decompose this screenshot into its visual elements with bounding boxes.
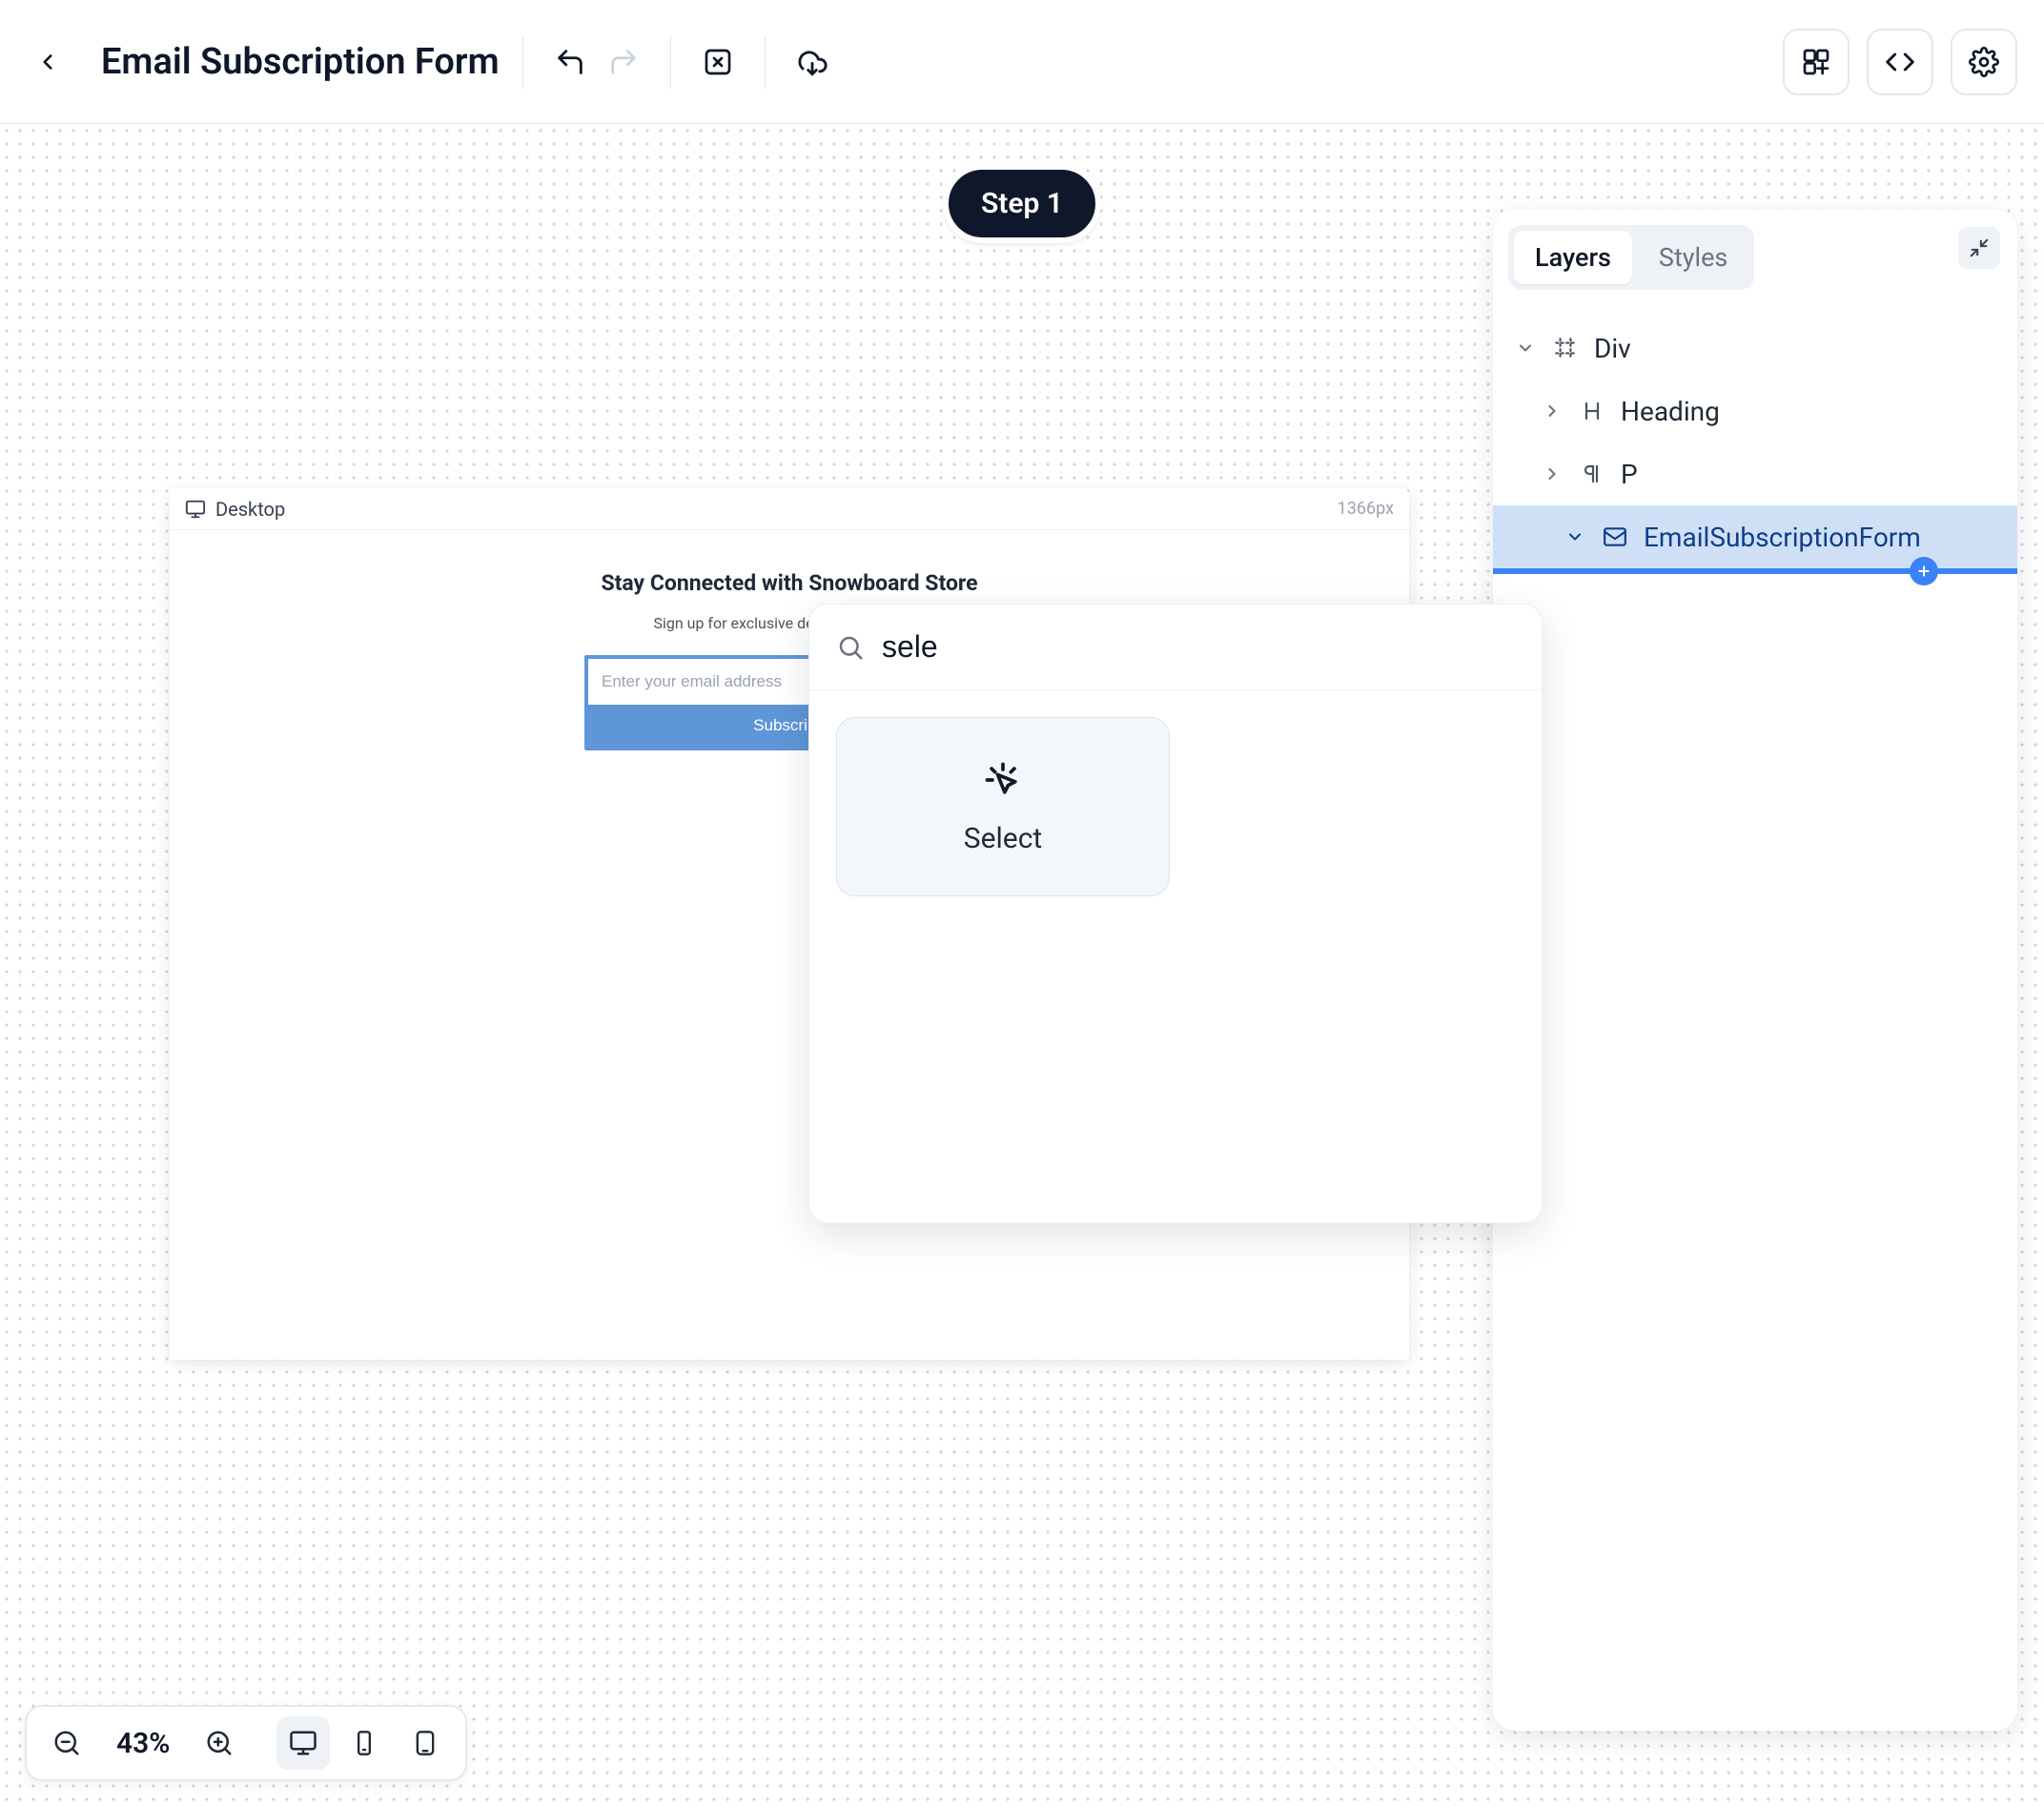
zoom-in-icon	[205, 1729, 234, 1757]
code-button[interactable]	[1867, 29, 1933, 95]
insert-indicator	[1493, 568, 2017, 574]
collapse-icon	[1969, 237, 1990, 258]
cursor-click-icon	[982, 759, 1024, 801]
chevron-down-icon	[1565, 527, 1584, 546]
chevron-right-icon	[1543, 401, 1562, 421]
redo-button[interactable]	[600, 38, 647, 86]
frame-icon	[1553, 336, 1578, 360]
canvas-area[interactable]: Step 1 Desktop 1366px Stay Connected wit…	[0, 124, 2044, 1806]
tree-node-heading[interactable]: Heading	[1508, 380, 2002, 442]
search-icon	[836, 633, 865, 662]
redo-icon	[607, 46, 640, 78]
tree-node-div[interactable]: Div	[1508, 317, 2002, 380]
paragraph-icon	[1581, 462, 1604, 485]
sync-button[interactable]	[788, 38, 836, 86]
component-search-bar[interactable]	[809, 605, 1542, 690]
mobile-icon	[412, 1730, 439, 1756]
tree-node-label: EmailSubscriptionForm	[1644, 522, 1921, 553]
close-square-icon	[703, 47, 733, 77]
device-mobile-button[interactable]	[399, 1716, 452, 1770]
tree-node-emailsubscriptionform[interactable]: EmailSubscriptionForm	[1493, 505, 2017, 568]
desktop-icon	[185, 499, 206, 520]
zoom-level[interactable]: 43%	[101, 1727, 185, 1760]
settings-button[interactable]	[1951, 29, 2017, 95]
heading-icon	[1581, 400, 1604, 422]
preview-header: Desktop 1366px	[170, 488, 1409, 530]
toolbar-divider	[765, 35, 766, 89]
tablet-icon	[351, 1730, 378, 1756]
desktop-icon	[289, 1729, 317, 1757]
viewport-width: 1366px	[1338, 499, 1394, 519]
code-icon	[1885, 47, 1915, 77]
tab-layers[interactable]: Layers	[1514, 231, 1632, 284]
component-option-select[interactable]: Select	[836, 717, 1170, 896]
top-toolbar: Email Subscription Form	[0, 0, 2044, 124]
toolbar-divider	[522, 35, 523, 89]
component-search-input[interactable]	[882, 629, 1515, 665]
mail-icon	[1603, 524, 1627, 549]
back-button[interactable]	[27, 41, 69, 83]
undo-icon	[554, 46, 586, 78]
preview-heading: Stay Connected with Snowboard Store	[584, 568, 994, 598]
tree-node-p[interactable]: P	[1508, 442, 2002, 505]
zoom-in-button[interactable]	[193, 1716, 246, 1770]
tab-styles[interactable]: Styles	[1638, 231, 1748, 284]
components-button[interactable]	[1783, 29, 1850, 95]
tree-node-label: Heading	[1621, 396, 1720, 427]
right-panel: Layers Styles Div Heading P	[1493, 210, 2017, 1731]
bottom-toolbar: 43%	[25, 1705, 467, 1781]
chevron-left-icon	[35, 50, 60, 74]
page-title: Email Subscription Form	[101, 41, 500, 83]
layers-tree: Div Heading P EmailSubscriptionForm	[1508, 317, 2002, 574]
zoom-out-button[interactable]	[40, 1716, 93, 1770]
device-desktop-button[interactable]	[276, 1716, 330, 1770]
zoom-out-icon	[52, 1729, 81, 1757]
gear-icon	[1969, 47, 1999, 77]
close-frame-button[interactable]	[694, 38, 742, 86]
insert-plus-button[interactable]	[1910, 557, 1938, 585]
collapse-panel-button[interactable]	[1958, 227, 2000, 269]
undo-button[interactable]	[546, 38, 594, 86]
component-option-label: Select	[964, 822, 1042, 855]
component-search-popover: Select	[808, 604, 1543, 1223]
plus-icon	[1916, 564, 1932, 579]
toolbar-divider	[670, 35, 671, 89]
components-icon	[1801, 47, 1831, 77]
device-tablet-button[interactable]	[337, 1716, 391, 1770]
chevron-right-icon	[1543, 464, 1562, 483]
viewport-label: Desktop	[215, 498, 285, 521]
cloud-sync-icon	[796, 46, 828, 78]
step-pill[interactable]: Step 1	[943, 164, 1101, 243]
tree-node-label: P	[1621, 459, 1638, 490]
chevron-down-icon	[1516, 339, 1535, 358]
tree-node-label: Div	[1594, 333, 1631, 364]
